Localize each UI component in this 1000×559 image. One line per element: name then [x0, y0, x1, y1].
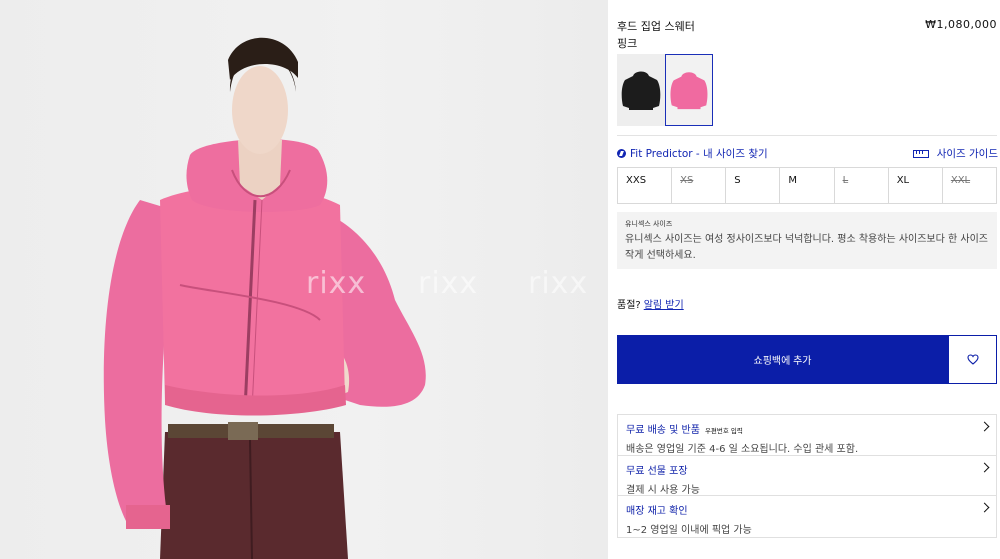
size-option-xxs[interactable]: XXS [618, 168, 673, 203]
product-title: 후드 집업 스웨터 [617, 20, 695, 33]
store-stock-text: 1~2 영업일 이내에 픽업 가능 [626, 525, 752, 536]
color-swatch-black[interactable] [617, 54, 665, 126]
fit-predictor-link[interactable]: Fit Predictor - 내 사이즈 찾기 [617, 146, 768, 161]
note-body: 유니섹스 사이즈는 여성 정사이즈보다 넉넉합니다. 평소 착용하는 사이즈보다… [625, 234, 988, 261]
gift-wrap-title: 무료 선물 포장 [626, 465, 688, 477]
size-option-xl[interactable]: XL [889, 168, 943, 203]
service-info-list: 무료 배송 및 반품 우편번호 입력 배송은 영업일 기준 4-6 일 소요됩니다… [617, 414, 997, 538]
notify-me-link[interactable]: 알림 받기 [644, 300, 684, 311]
model-illustration [103, 37, 426, 559]
size-option-l-soldout[interactable]: L [835, 168, 889, 203]
fit-predictor-label: Fit Predictor - 내 사이즈 찾기 [630, 148, 768, 160]
product-panel: 후드 집업 스웨터 ₩1,080,000 핑크 Fit Predictor - … [608, 0, 1000, 559]
info-row-store-stock[interactable]: 매장 재고 확인 1~2 영업일 이내에 픽업 가능 [618, 496, 996, 537]
size-option-xs-soldout[interactable]: XS [672, 168, 727, 203]
size-option-xxl-soldout[interactable]: XXL [943, 168, 996, 203]
fit-icon [617, 149, 626, 158]
note-heading: 유니섹스 사이즈 [625, 220, 673, 228]
product-image[interactable]: rixx rixx rixx [0, 0, 608, 559]
heart-icon [966, 354, 979, 365]
size-guide-link[interactable]: 사이즈 가이드 [912, 146, 998, 161]
size-option-m[interactable]: M [780, 168, 835, 203]
add-to-bag-button[interactable]: 쇼핑백에 추가 [617, 335, 948, 384]
restock-question: 품절? [617, 300, 641, 311]
watermark-text: rixx [306, 266, 367, 301]
size-selector: XXS XS S M L XL XXL [617, 167, 997, 204]
shipping-text: 배송은 영업일 기준 4-6 일 소요됩니다. 수입 관세 포함. [626, 444, 859, 455]
watermark-text: rixx [528, 266, 589, 301]
info-row-shipping[interactable]: 무료 배송 및 반품 우편번호 입력 배송은 영업일 기준 4-6 일 소요됩니다… [618, 415, 996, 456]
wishlist-button[interactable] [948, 335, 997, 384]
selected-color-name: 핑크 [617, 37, 638, 50]
product-price: ₩1,080,000 [925, 18, 997, 31]
gift-wrap-text: 결제 시 사용 가능 [626, 484, 700, 496]
watermark-text: rixx [418, 266, 479, 301]
unisex-size-note: 유니섹스 사이즈 유니섹스 사이즈는 여성 정사이즈보다 넉넉합니다. 평소 착… [617, 212, 997, 269]
black-hoodie-thumbnail [621, 71, 661, 110]
restock-alert: 품절? 알림 받기 [617, 296, 684, 311]
color-swatch-pink[interactable] [665, 54, 713, 126]
zipcode-tag[interactable]: 우편번호 입력 [705, 427, 743, 435]
divider [617, 135, 997, 136]
size-option-s[interactable]: S [726, 168, 781, 203]
pink-hoodie-thumbnail [670, 72, 708, 110]
size-guide-label: 사이즈 가이드 [936, 148, 998, 160]
store-stock-title: 매장 재고 확인 [626, 506, 688, 517]
info-row-gift-wrap[interactable]: 무료 선물 포장 결제 시 사용 가능 [618, 456, 996, 496]
shipping-title: 무료 배송 및 반품 [626, 425, 700, 436]
ruler-icon [912, 149, 929, 158]
